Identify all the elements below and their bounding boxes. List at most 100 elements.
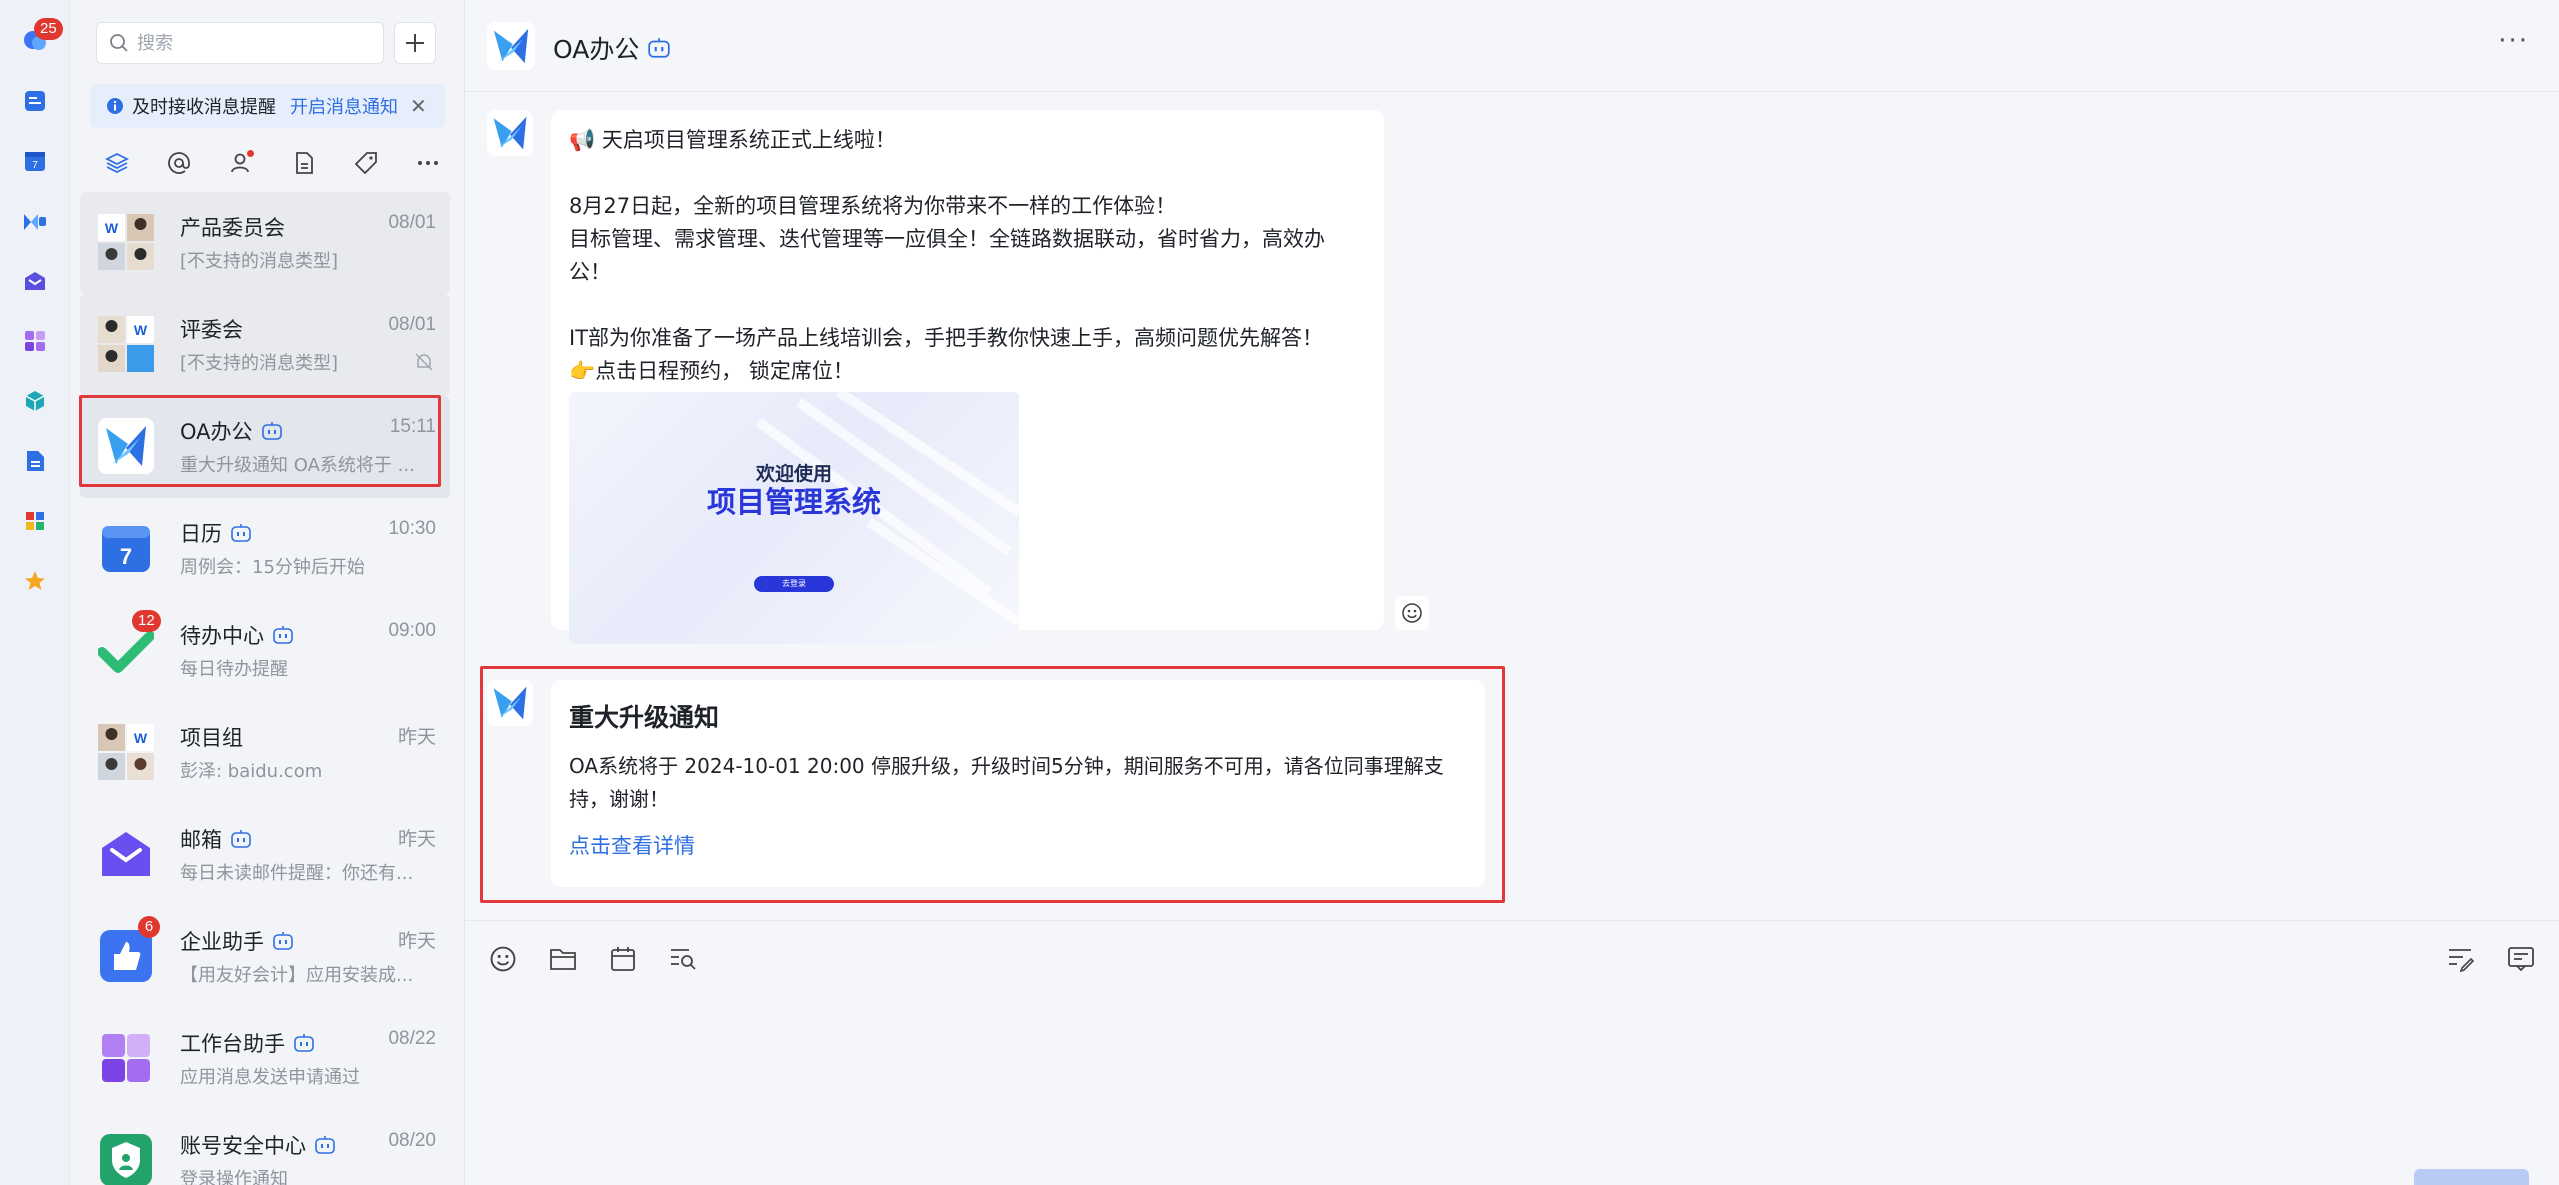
enable-notification-link[interactable]: 开启消息通知 — [290, 93, 398, 119]
session-time: 10:30 — [388, 518, 436, 539]
list-item[interactable]: 6 企业助手 昨天 【用友好会计】应用安装成... — [80, 906, 450, 1008]
security-avatar — [98, 1132, 154, 1185]
message-line — [569, 289, 1366, 322]
meeting-icon[interactable] — [20, 206, 50, 236]
banner-login-button: 去登录 — [754, 576, 834, 592]
chat-unread-badge: 25 — [34, 18, 63, 40]
svg-text:W: W — [134, 730, 148, 746]
session-preview: 彭泽: baidu.com — [180, 761, 323, 782]
message-line: 📢 天启项目管理系统正式上线啦！ — [569, 128, 896, 152]
tab-docs[interactable] — [287, 146, 321, 180]
list-item[interactable]: 账号安全中心 08/20 登录操作通知 — [80, 1110, 450, 1185]
list-item[interactable]: W 项目组 昨天 彭泽: baidu.com — [80, 702, 450, 804]
rich-text-button[interactable] — [2443, 941, 2479, 977]
unread-badge: 12 — [132, 610, 161, 632]
close-icon[interactable]: ✕ — [410, 94, 427, 118]
tab-more[interactable] — [411, 146, 445, 180]
sender-avatar[interactable] — [487, 110, 533, 156]
svg-text:7: 7 — [120, 544, 132, 569]
tab-tags[interactable] — [349, 146, 383, 180]
star-icon[interactable] — [20, 566, 50, 596]
at-icon — [168, 152, 191, 174]
document-icon[interactable] — [20, 446, 50, 476]
search-history-button[interactable] — [665, 941, 701, 977]
session-name: 企业助手 — [180, 926, 294, 956]
add-button[interactable] — [394, 22, 436, 64]
bot-icon — [315, 1136, 335, 1154]
list-item[interactable]: 工作台助手 08/22 应用消息发送申请通过 — [80, 1008, 450, 1110]
folder-icon — [550, 949, 576, 970]
schedule-button[interactable] — [605, 941, 641, 977]
bot-icon — [648, 38, 671, 58]
bot-icon — [273, 626, 293, 644]
session-preview: 周例会：15分钟后开始 — [180, 557, 365, 578]
mail-icon[interactable] — [20, 266, 50, 296]
message-composer[interactable] — [465, 920, 2559, 1185]
calendar-icon — [611, 947, 635, 971]
message-bubble: 📢 天启项目管理系统正式上线啦！ 8月27日起，全新的项目管理系统将为你带来不一… — [551, 110, 1384, 644]
oa-avatar — [487, 22, 535, 70]
message-line: 8月27日起，全新的项目管理系统将为你带来不一样的工作体验！ — [569, 194, 1177, 218]
notice-text: 及时接收消息提醒 — [132, 97, 276, 118]
session-name: 账号安全中心 — [180, 1130, 336, 1160]
notification-banner: 及时接收消息提醒 开启消息通知 ✕ — [90, 84, 445, 128]
emoji-button[interactable] — [485, 941, 521, 977]
session-name: 邮箱 — [180, 824, 252, 854]
list-item[interactable]: 12 待办中心 09:00 每日待办提醒 — [80, 600, 450, 702]
selected-session-highlight — [79, 395, 441, 487]
session-panel: 及时接收消息提醒 开启消息通知 ✕ W 产品委员会 — [70, 0, 531, 1185]
session-name: 产品委员会 — [180, 216, 285, 240]
search-box[interactable] — [96, 22, 384, 64]
tab-mentions[interactable] — [162, 146, 196, 180]
cube-icon[interactable] — [20, 386, 50, 416]
mail-avatar — [98, 826, 154, 882]
session-name: 待办中心 — [180, 620, 294, 650]
bot-icon — [231, 830, 251, 848]
tab-contacts[interactable] — [224, 146, 258, 180]
search-list-icon — [671, 949, 696, 970]
workplace-icon[interactable] — [20, 326, 50, 356]
session-time: 08/01 — [388, 314, 436, 335]
session-time: 08/20 — [388, 1130, 436, 1151]
calendar-icon[interactable]: 7 — [20, 146, 50, 176]
group-avatar: W — [98, 214, 154, 270]
edit-list-icon — [2449, 949, 2475, 972]
session-preview: [不支持的消息类型] — [180, 251, 339, 272]
smile-icon — [490, 946, 516, 972]
chat-icon[interactable]: 25 — [20, 18, 63, 56]
message-line: 👉点击日程预约， 锁定席位！ — [569, 359, 854, 383]
message-line — [569, 157, 1366, 190]
list-item[interactable]: W 产品委员会 08/01 [不支持的消息类型] — [80, 192, 450, 294]
list-item[interactable]: 7 日历 10:30 周例会：15分钟后开始 — [80, 498, 450, 600]
unread-badge: 6 — [138, 916, 160, 938]
tab-all[interactable] — [100, 146, 134, 180]
list-item[interactable]: W 评委会 08/01 [不支持的消息类型] — [80, 294, 450, 396]
session-preview: 【用友好会计】应用安装成... — [180, 965, 414, 986]
tag-icon — [354, 152, 377, 175]
session-time: 昨天 — [397, 727, 436, 748]
search-input[interactable] — [137, 32, 367, 54]
app-rail: 25 7 — [0, 0, 70, 1185]
send-button[interactable] — [2414, 1169, 2529, 1185]
group-avatar: W — [98, 316, 154, 372]
chat-panel: OA办公 ··· 📢 天启项目管理系统正式上线啦！ 8月27日起，全新的项目管理… — [465, 0, 2559, 1185]
file-button[interactable] — [545, 941, 581, 977]
emoji-reaction-button[interactable] — [1395, 596, 1429, 630]
layers-icon — [105, 152, 129, 174]
promo-image[interactable]: 欢迎使用 项目管理系统 去登录 — [569, 392, 1019, 644]
docs-icon[interactable] — [20, 86, 50, 116]
more-options-icon[interactable]: ··· — [2498, 26, 2529, 56]
quick-reply-button[interactable] — [2503, 941, 2539, 977]
svg-text:W: W — [105, 220, 119, 236]
session-preview: 每日待办提醒 — [180, 659, 288, 680]
apps-icon[interactable] — [20, 506, 50, 536]
list-item[interactable]: 邮箱 昨天 每日未读邮件提醒：你还有... — [80, 804, 450, 906]
session-time: 08/22 — [388, 1028, 436, 1049]
bot-icon — [231, 524, 251, 542]
message-template-icon — [2508, 947, 2534, 972]
session-preview: 每日未读邮件提醒：你还有... — [180, 863, 414, 884]
session-name: 工作台助手 — [180, 1028, 315, 1058]
message-line: IT部为你准备了一场产品上线培训会，手把手教你快速上手，高频问题优先解答！ — [569, 326, 1324, 350]
filter-tabs — [100, 146, 445, 180]
svg-text:W: W — [134, 322, 148, 338]
